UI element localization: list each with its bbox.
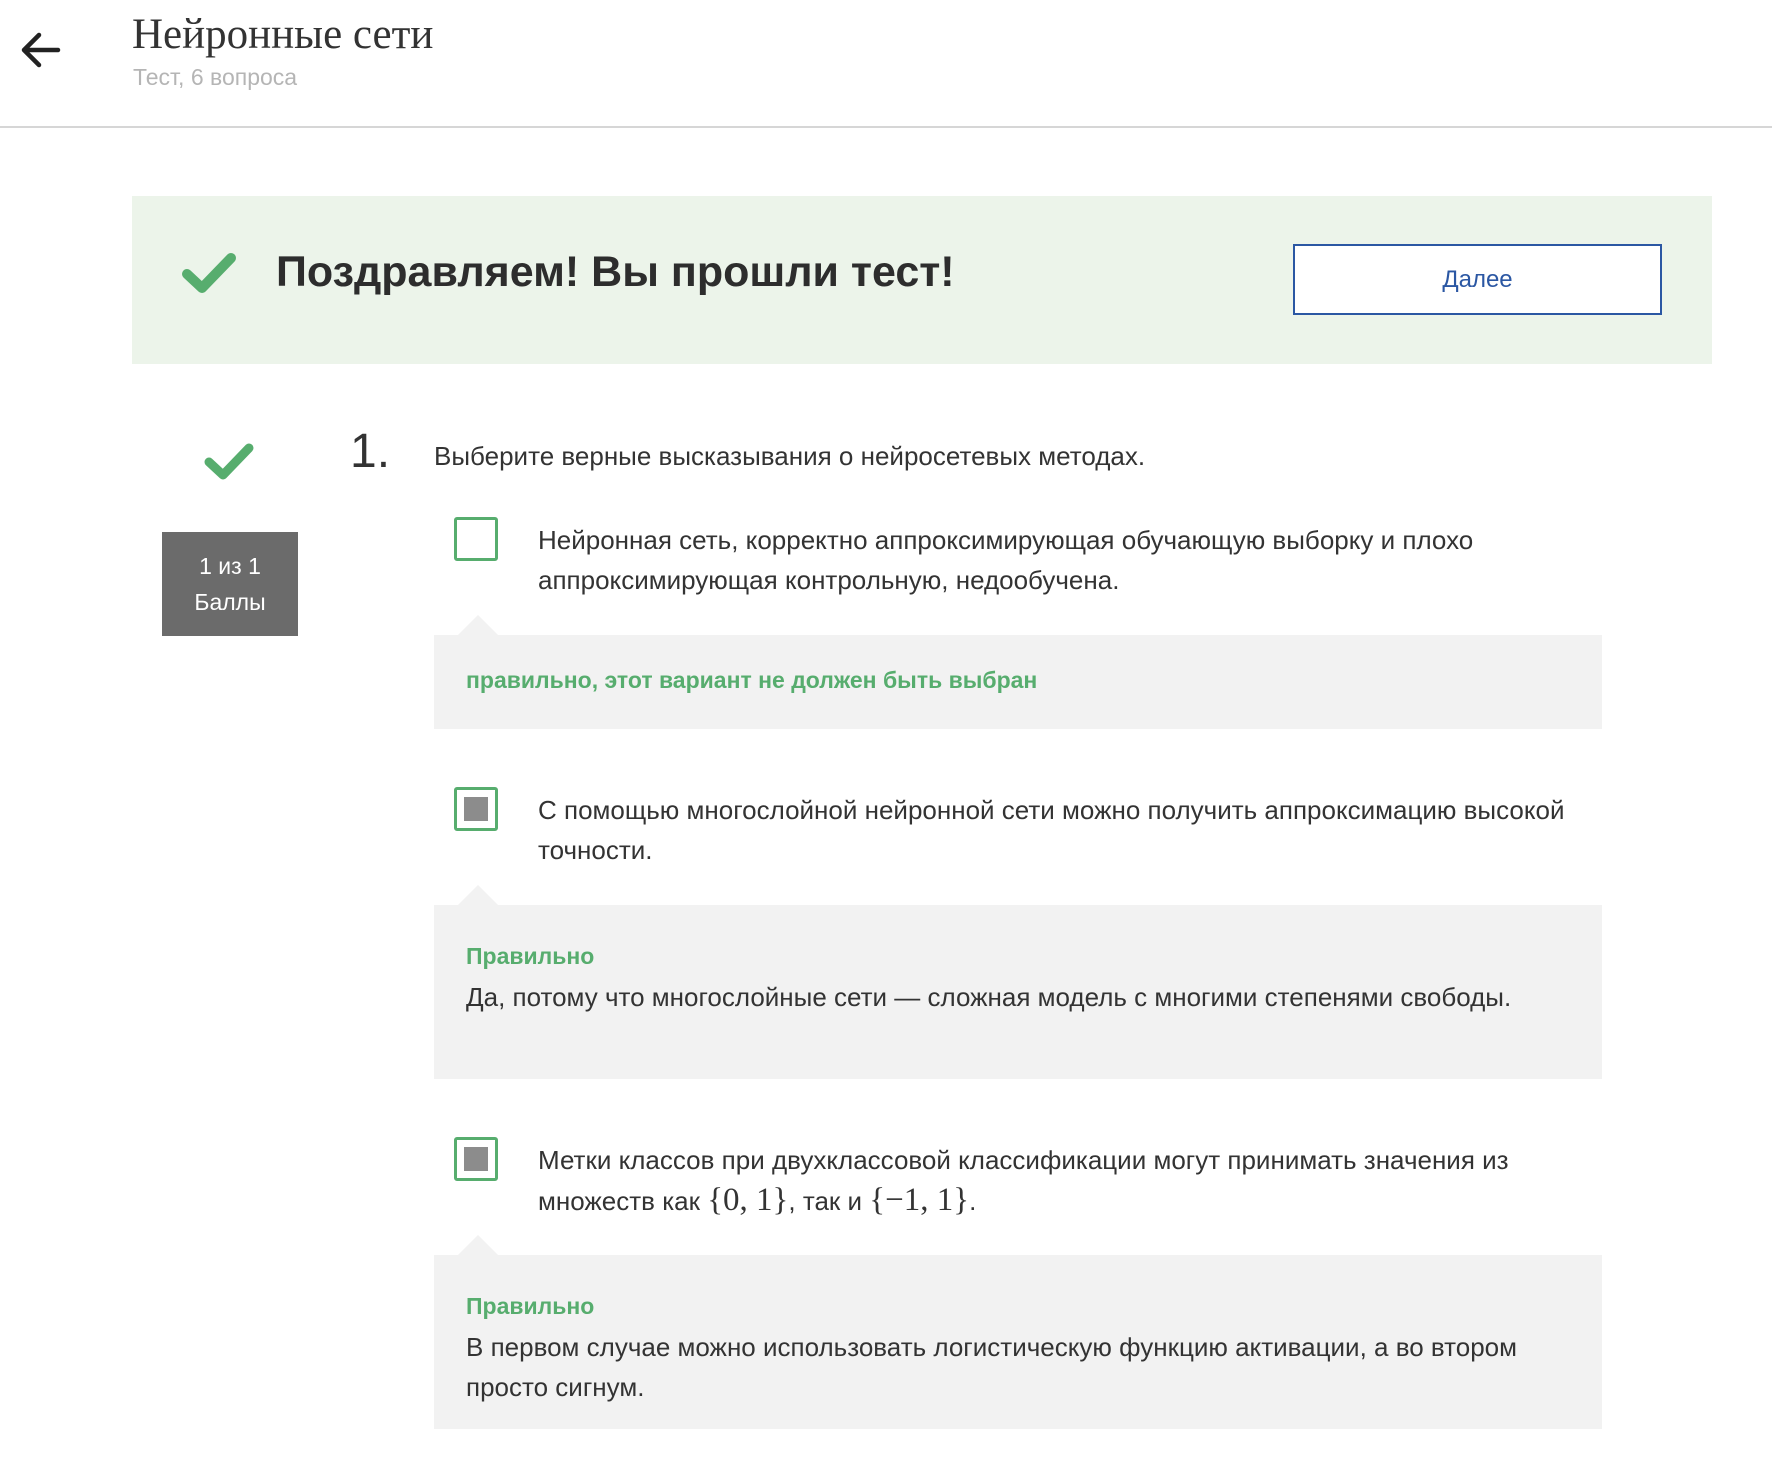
option-feedback: Правильно В первом случае можно использо…	[434, 1235, 1602, 1429]
option-checkbox[interactable]	[454, 787, 498, 831]
question-text: Выберите верные высказывания о нейросете…	[434, 441, 1146, 471]
option-feedback: правильно, этот вариант не должен быть в…	[434, 615, 1602, 729]
question-number: 1.	[350, 425, 391, 478]
feedback-title: Правильно	[466, 943, 595, 969]
arrow-left-icon	[21, 32, 61, 68]
math-set-0-1: {0, 1}	[707, 1182, 789, 1218]
option-text: Метки классов при двухклассовой классифи…	[538, 1140, 1578, 1221]
checkbox-checked-mark	[464, 797, 488, 821]
feedback-title: правильно, этот вариант не должен быть в…	[466, 667, 1038, 693]
score-badge: 1 из 1 Баллы	[162, 532, 298, 636]
page-subtitle: Тест, 6 вопроса	[133, 64, 298, 90]
next-button[interactable]: Далее	[1293, 244, 1662, 315]
option-checkbox[interactable]	[454, 1137, 498, 1181]
header: Нейронные сети Тест, 6 вопроса	[0, 0, 1772, 128]
option-feedback: Правильно Да, потому что многослойные се…	[434, 885, 1602, 1079]
banner-message: Поздравляем! Вы прошли тест!	[276, 248, 955, 296]
math-set-minus1-1: {−1, 1}	[869, 1182, 970, 1218]
option-checkbox[interactable]	[454, 517, 498, 561]
success-banner: Поздравляем! Вы прошли тест! Далее	[132, 196, 1712, 364]
feedback-text: В первом случае можно использовать логис…	[466, 1332, 1518, 1402]
checkbox-checked-mark	[464, 1147, 488, 1171]
score-value: 1 из 1	[199, 553, 261, 579]
feedback-title: Правильно	[466, 1293, 595, 1319]
option-text-part: Метки классов при двухклассовой классифи…	[538, 1145, 1509, 1216]
back-button[interactable]	[14, 24, 66, 76]
option-text: С помощью многослойной нейронной сети мо…	[538, 795, 1565, 865]
option-text-part: .	[969, 1186, 977, 1216]
option-text-part: , так и	[788, 1186, 870, 1216]
option-text: Нейронная сеть, корректно аппроксимирующ…	[538, 525, 1474, 595]
check-icon	[182, 253, 236, 293]
score-label: Баллы	[194, 589, 266, 615]
page-title: Нейронные сети	[132, 11, 434, 58]
feedback-text: Да, потому что многослойные сети — сложн…	[466, 982, 1512, 1012]
question-passed-check-icon	[204, 443, 254, 480]
